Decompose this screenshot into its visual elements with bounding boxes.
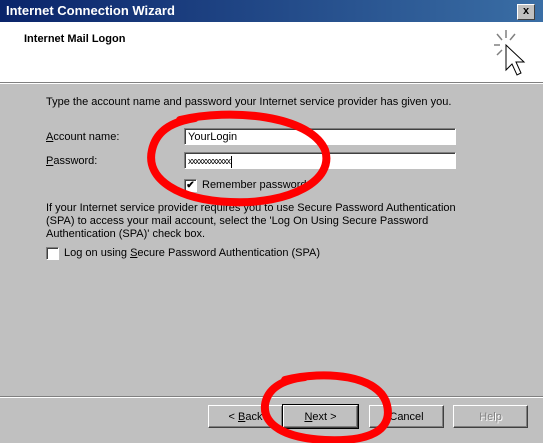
spa-checkbox[interactable] xyxy=(46,247,59,260)
next-button[interactable]: Next > xyxy=(282,404,359,429)
back-button[interactable]: < Back xyxy=(208,405,283,428)
page-title: Internet Mail Logon xyxy=(24,33,126,45)
account-name-input[interactable]: YourLogin xyxy=(184,128,456,145)
password-input[interactable]: xxxxxxxxxxxx xyxy=(184,152,456,169)
window-title: Internet Connection Wizard xyxy=(6,3,175,18)
text-caret xyxy=(231,155,232,168)
cancel-button[interactable]: Cancel xyxy=(369,405,444,428)
close-icon: x xyxy=(522,5,530,17)
wizard-sparkle-cursor-icon xyxy=(494,30,526,76)
spa-description: If your Internet service provider requir… xyxy=(46,202,456,240)
intro-text: Type the account name and password your … xyxy=(46,96,452,108)
password-label: Password: xyxy=(46,155,98,167)
remember-password-checkbox[interactable]: ✔ xyxy=(184,179,197,192)
account-name-value: YourLogin xyxy=(188,131,238,143)
title-bar: Internet Connection Wizard x xyxy=(0,0,543,22)
close-button[interactable]: x xyxy=(517,4,535,20)
account-name-label: Account name: xyxy=(46,131,120,143)
header-divider xyxy=(0,82,543,84)
footer-divider xyxy=(0,396,543,398)
help-button: Help xyxy=(453,405,528,428)
password-value: xxxxxxxxxxxx xyxy=(188,156,231,166)
remember-password-label: Remember password xyxy=(202,179,307,191)
wizard-header: Internet Mail Logon xyxy=(0,22,543,82)
spa-checkbox-label: Log on using Secure Password Authenticat… xyxy=(64,247,321,259)
